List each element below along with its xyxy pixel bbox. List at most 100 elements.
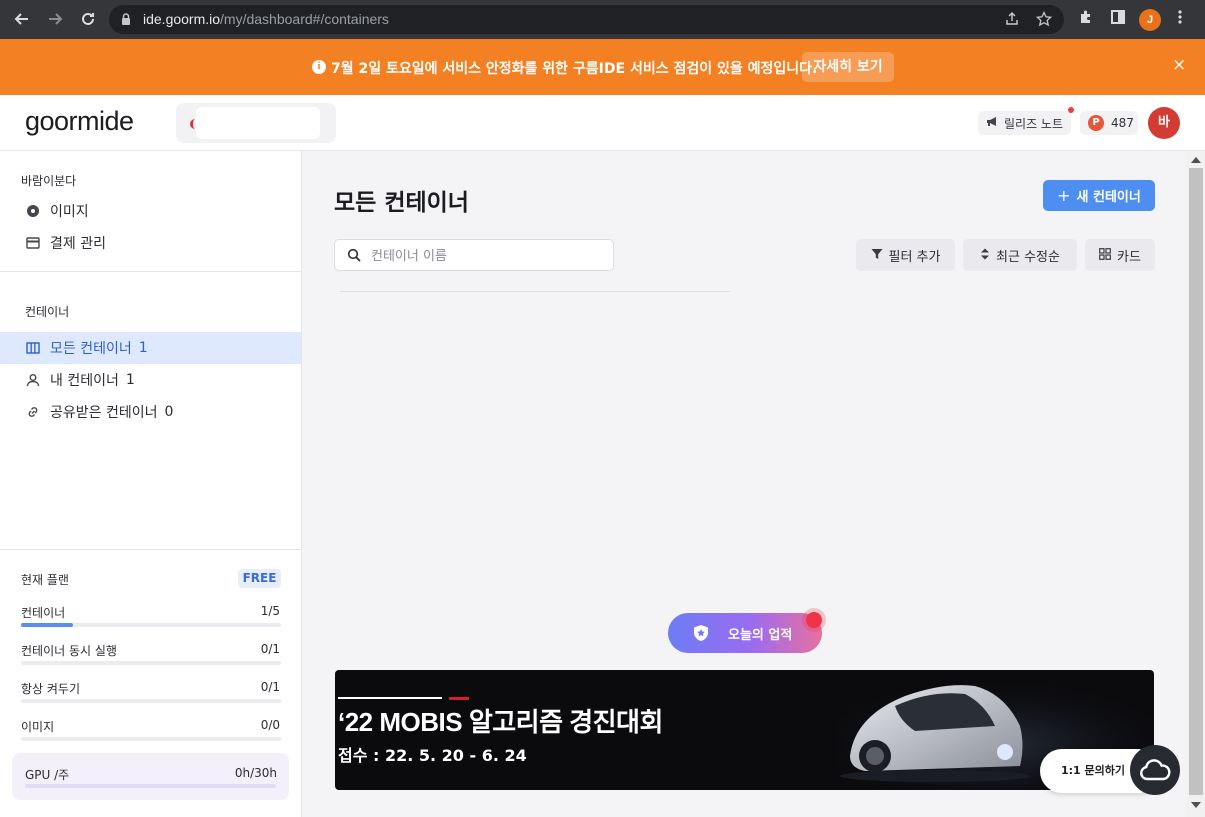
todays-achievement-button[interactable]: 오늘의 업적 bbox=[668, 613, 822, 653]
quota-label: 컨테이너 동시 실행 bbox=[21, 644, 117, 658]
kebab-menu-icon[interactable] bbox=[1177, 9, 1183, 29]
containers-section-label: 컨테이너 bbox=[25, 305, 70, 319]
quota-progress-fill bbox=[21, 623, 73, 627]
quota-progress-bar bbox=[21, 737, 281, 741]
view-mode-button[interactable]: 카드 bbox=[1085, 239, 1155, 271]
container-search bbox=[334, 239, 614, 271]
gpu-quota-label: GPU /주 bbox=[25, 768, 70, 782]
user-icon bbox=[25, 372, 41, 388]
sidebar-item-label: 결제 관리 bbox=[50, 236, 106, 252]
url-text: ide.goorm.io/my/dashboard#/containers bbox=[143, 11, 389, 27]
back-arrow-icon[interactable] bbox=[11, 8, 33, 30]
sidebar-divider bbox=[0, 549, 301, 550]
goormide-logo[interactable]: goormide bbox=[25, 106, 134, 137]
sidebar-item-billing[interactable]: 결제 관리 bbox=[0, 227, 301, 259]
release-notes-button[interactable]: 릴리즈 노트 bbox=[978, 111, 1071, 135]
achievement-notification-dot bbox=[806, 612, 822, 628]
sidebar-item-my-containers[interactable]: 내 컨테이너 1 bbox=[0, 364, 301, 396]
address-bar[interactable]: ide.goorm.io/my/dashboard#/containers bbox=[109, 5, 1064, 34]
app-header: goormide 릴리즈 노트 P 487 바 bbox=[0, 95, 1205, 151]
quota-label: 컨테이너 bbox=[21, 606, 66, 620]
shield-star-icon bbox=[694, 625, 708, 641]
quota-progress-bar bbox=[21, 661, 281, 665]
add-filter-label: 필터 추가 bbox=[888, 249, 941, 265]
ad-accent-line bbox=[338, 697, 442, 699]
new-container-label: 새 컨테이너 bbox=[1076, 190, 1141, 205]
columns-icon bbox=[25, 340, 41, 356]
add-filter-button[interactable]: 필터 추가 bbox=[856, 239, 955, 271]
ad-date: 접수 : 22. 5. 20 - 6. 24 bbox=[338, 746, 527, 765]
lock-icon bbox=[122, 13, 130, 25]
gpu-progress-bar bbox=[25, 784, 276, 788]
page-title: 모든 컨테이너 bbox=[334, 190, 469, 216]
sort-label: 최근 수정순 bbox=[996, 249, 1060, 265]
workspace-selector[interactable] bbox=[176, 103, 336, 143]
points-button[interactable]: P 487 bbox=[1080, 111, 1138, 135]
card-icon bbox=[25, 235, 41, 251]
quota-value: 0/1 bbox=[260, 680, 280, 694]
banner-text: 7월 2일 토요일에 서비스 안정화를 위한 구름IDE 서비스 점검이 있을 … bbox=[331, 61, 818, 77]
quota-progress-bar bbox=[21, 623, 281, 627]
sidebar-item-images[interactable]: 이미지 bbox=[0, 195, 301, 227]
notification-dot bbox=[1068, 107, 1074, 113]
gpu-quota-value: 0h/30h bbox=[234, 766, 277, 780]
workspace-name-field bbox=[196, 107, 320, 139]
plan-badge: FREE bbox=[238, 569, 281, 588]
sidebar-item-count: 1 bbox=[125, 372, 135, 388]
sidebar-item-label: 이미지 bbox=[50, 204, 89, 220]
search-input[interactable] bbox=[371, 246, 601, 266]
sidebar-divider bbox=[0, 271, 301, 272]
extensions-icon[interactable] bbox=[1078, 9, 1094, 29]
cloud-chat-icon[interactable] bbox=[1130, 745, 1180, 795]
ad-title: ‘22 MOBIS 알고리즘 경진대회 bbox=[338, 707, 663, 737]
notice-banner: i 7월 2일 토요일에 서비스 안정화를 위한 구름IDE 서비스 점검이 있… bbox=[0, 39, 1205, 95]
disc-icon bbox=[25, 203, 41, 219]
side-panel-icon[interactable] bbox=[1110, 9, 1126, 29]
sidebar-item-label: 모든 컨테이너 bbox=[50, 341, 132, 357]
scroll-down-arrow-icon[interactable] bbox=[1191, 802, 1201, 808]
current-plan-label: 현재 플랜 bbox=[21, 573, 69, 587]
banner-details-button[interactable]: 자세히 보기 bbox=[802, 52, 894, 82]
info-icon: i bbox=[312, 60, 326, 74]
browser-toolbar: ide.goorm.io/my/dashboard#/containers J bbox=[0, 0, 1205, 39]
sidebar-item-count: 0 bbox=[164, 404, 174, 420]
achievement-label: 오늘의 업적 bbox=[728, 627, 793, 643]
sidebar-item-label: 공유받은 컨테이너 bbox=[50, 405, 158, 421]
quota-label: 항상 켜두기 bbox=[21, 682, 81, 696]
points-value: 487 bbox=[1111, 116, 1134, 130]
quota-progress-bar bbox=[21, 699, 281, 703]
megaphone-icon bbox=[986, 116, 999, 130]
forward-arrow-icon[interactable] bbox=[44, 8, 66, 30]
sidebar-item-label: 내 컨테이너 bbox=[50, 373, 119, 389]
new-container-button[interactable]: + 새 컨테이너 bbox=[1043, 180, 1155, 211]
sidebar-item-all-containers[interactable]: 모든 컨테이너 1 bbox=[0, 332, 301, 364]
grid-icon bbox=[1099, 247, 1111, 263]
quota-value: 0/1 bbox=[260, 642, 280, 656]
sidebar: 바람이분다 이미지 결제 관리 컨테이너 모든 컨테이너 1 내 컨테이너 1 … bbox=[0, 151, 302, 817]
ad-accent-red bbox=[449, 697, 469, 700]
share-icon[interactable] bbox=[1004, 11, 1020, 31]
release-notes-label: 릴리즈 노트 bbox=[1004, 116, 1064, 131]
mobis-ad-banner[interactable]: ‘22 MOBIS 알고리즘 경진대회 접수 : 22. 5. 20 - 6. … bbox=[335, 670, 1154, 790]
star-icon[interactable] bbox=[1035, 10, 1053, 31]
sidebar-item-count: 1 bbox=[138, 340, 148, 356]
content-divider bbox=[340, 291, 730, 292]
close-icon[interactable]: × bbox=[1172, 55, 1186, 75]
plus-icon: + bbox=[1057, 186, 1071, 205]
profile-avatar[interactable]: J bbox=[1139, 9, 1161, 31]
gpu-quota-box: GPU /주 0h/30h bbox=[12, 753, 289, 800]
account-name: 바람이분다 bbox=[21, 174, 77, 188]
scroll-up-arrow-icon[interactable] bbox=[1191, 157, 1201, 163]
sort-icon bbox=[980, 248, 990, 263]
user-avatar[interactable]: 바 bbox=[1148, 107, 1180, 139]
link-icon bbox=[25, 404, 41, 420]
quota-value: 0/0 bbox=[260, 718, 280, 732]
point-icon: P bbox=[1088, 115, 1104, 131]
reload-icon[interactable] bbox=[77, 8, 99, 30]
sidebar-item-shared-containers[interactable]: 공유받은 컨테이너 0 bbox=[0, 396, 301, 428]
sort-button[interactable]: 최근 수정순 bbox=[963, 239, 1077, 271]
search-icon bbox=[347, 248, 361, 262]
quota-value: 1/5 bbox=[260, 604, 280, 618]
scrollbar-thumb[interactable] bbox=[1189, 168, 1203, 795]
filter-icon bbox=[871, 248, 883, 263]
